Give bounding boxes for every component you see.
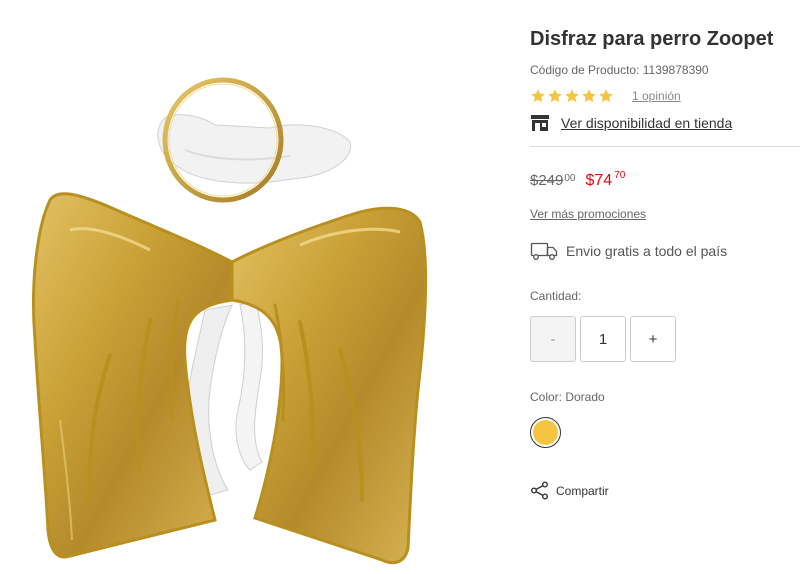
divider (530, 146, 800, 147)
angel-wings-costume-image (32, 77, 428, 565)
color-swatch-dorado[interactable] (530, 417, 561, 448)
star-icon (582, 89, 596, 103)
product-code: Código de Producto: 1139878390 (530, 63, 709, 77)
old-price-cents: 00 (564, 173, 576, 184)
star-icon (565, 89, 579, 103)
product-title: Disfraz para perro Zoopet (530, 28, 774, 50)
quantity-increase-button[interactable]: + (630, 316, 676, 362)
product-code-label: Código de Producto: (530, 63, 640, 77)
share-icon (531, 481, 548, 500)
store-availability-label: Ver disponibilidad en tienda (561, 115, 733, 131)
store-availability-link[interactable]: Ver disponibilidad en tienda (530, 114, 732, 132)
old-price: $249 (530, 172, 564, 189)
quantity-decrease-button[interactable]: - (530, 316, 576, 362)
share-label: Compartir (556, 483, 609, 498)
quantity-stepper: - + (530, 316, 676, 362)
product-image (0, 0, 480, 574)
free-shipping: Envio gratis a todo el país (530, 241, 727, 261)
sale-price-cents: 70 (614, 170, 626, 181)
reviews-link[interactable]: 1 opinión (632, 89, 681, 103)
free-shipping-label: Envio gratis a todo el país (566, 243, 728, 259)
rating-stars (530, 88, 614, 104)
quantity-input[interactable] (580, 316, 626, 362)
star-icon (548, 89, 562, 103)
truck-icon (530, 242, 558, 260)
store-icon (531, 115, 549, 131)
color-swatch-fill (533, 420, 558, 445)
share-button[interactable]: Compartir (530, 481, 609, 500)
product-info-panel: Disfraz para perro Zoopet Código de Prod… (530, 0, 800, 574)
color-label: Color: Dorado (530, 390, 605, 404)
price: $249 00 $74 70 (530, 170, 626, 190)
more-promotions-link[interactable]: Ver más promociones (530, 207, 646, 221)
product-code-value: 1139878390 (642, 63, 709, 77)
product-rating: 1 opinión (530, 88, 681, 104)
star-icon (599, 89, 613, 103)
star-icon (531, 89, 545, 103)
quantity-label: Cantidad: (530, 289, 582, 303)
sale-price: $74 (585, 172, 613, 189)
